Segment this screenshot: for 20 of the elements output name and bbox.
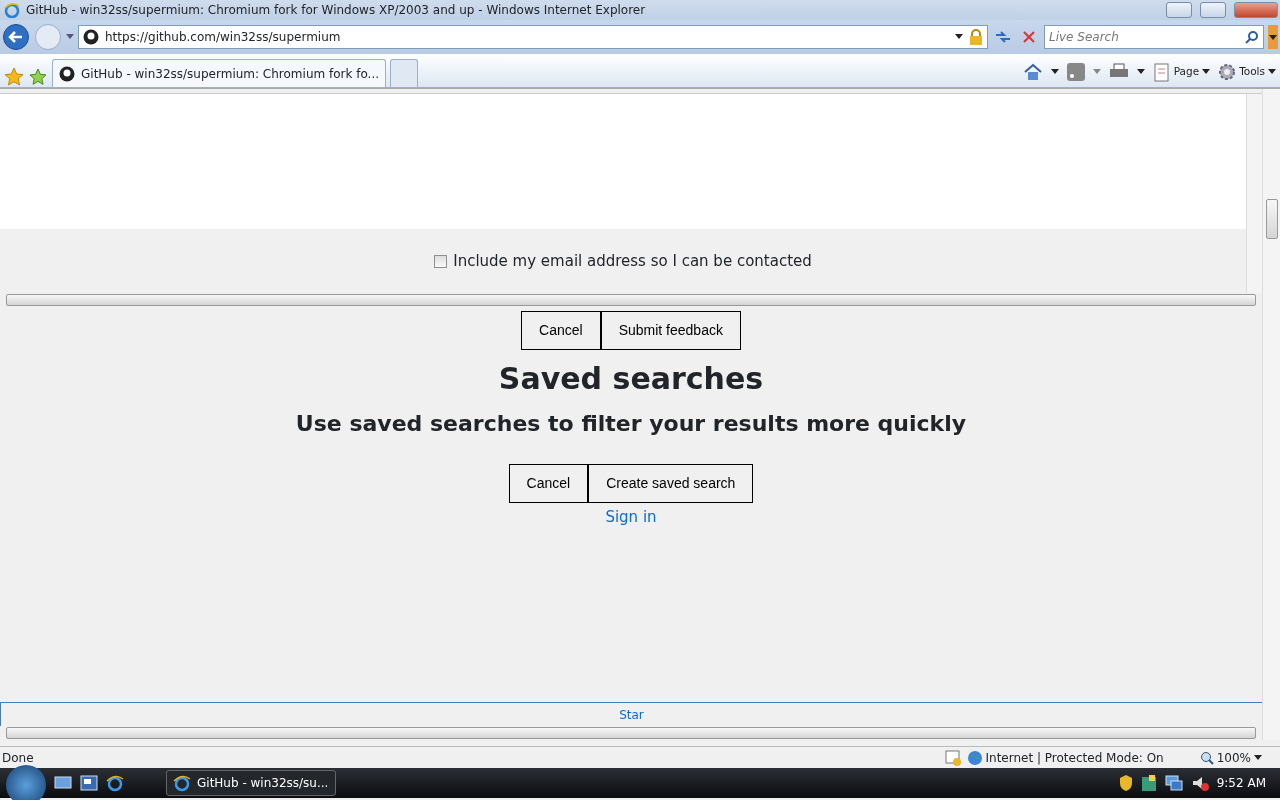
search-field[interactable]: Live Search [1044, 25, 1264, 49]
tools-menu-button[interactable]: Tools [1218, 62, 1276, 82]
security-zone: Internet | Protected Mode: On [985, 749, 1164, 767]
tab[interactable]: GitHub - win32ss/supermium: Chromium fork fo... [52, 59, 387, 87]
create-button[interactable]: Create saved search [588, 464, 754, 503]
status-text: Done [2, 749, 34, 767]
clock: 9:52 AM [1216, 775, 1266, 792]
submit-button[interactable]: Submit feedback [600, 311, 741, 350]
star-link[interactable]: Star [619, 705, 644, 724]
checkbox-label: Include my email address so I can be contacted [453, 250, 812, 272]
cancel-button[interactable]: Cancel [521, 311, 601, 350]
address-field[interactable]: https://github.com/win32ss/supermium [78, 25, 988, 49]
sign-in-link[interactable]: Sign in [605, 508, 657, 526]
window-title: GitHub - win32ss/supermium: Chromium fork for Windows XP/2003 and up - Windows Internet Explorer [26, 2, 647, 19]
cancel-button[interactable]: Cancel [508, 464, 589, 503]
page-menu-button[interactable]: Page [1152, 62, 1211, 82]
subheading: Use saved searches to filter your results more quickly [294, 410, 968, 438]
zoom-button[interactable]: 100% [1199, 748, 1262, 767]
taskbar-button[interactable]: GitHub - win32ss/su... [166, 770, 336, 796]
heading: Saved searches [497, 360, 765, 398]
